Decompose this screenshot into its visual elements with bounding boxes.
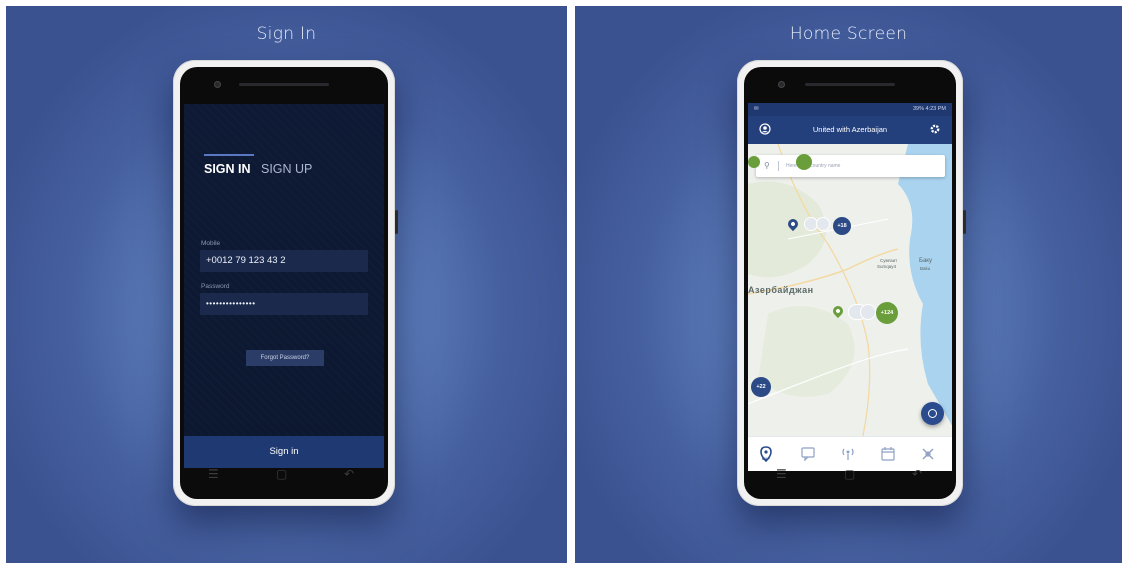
- map-label-country: Азербайджан: [748, 285, 814, 295]
- app-title: United with Azerbaijan: [812, 125, 888, 134]
- tools-icon[interactable]: [920, 446, 936, 462]
- status-bar: ✉ 39% 4:23 PM: [748, 103, 952, 116]
- app-bar: United with Azerbaijan: [748, 116, 952, 144]
- hardware-nav-bar: ☰ ▢ ↶: [180, 465, 388, 489]
- search-divider: [778, 161, 779, 171]
- phone-body: SIGN IN SIGN UP Mobile +0012 79 123 43 2…: [180, 67, 388, 499]
- sign-in-screen: SIGN IN SIGN UP Mobile +0012 79 123 43 2…: [184, 104, 384, 468]
- hardware-nav-bar: ☰ ▢ ↶: [744, 465, 956, 489]
- camera-icon: [214, 81, 221, 88]
- panel-title-home: Home Screen: [789, 24, 908, 44]
- phone-frame-home: ✉ 39% 4:23 PM United with Azerbaijan ⚲ H…: [737, 60, 966, 506]
- search-input[interactable]: ⚲ Here write country name: [756, 155, 945, 177]
- active-tab-indicator: [204, 154, 254, 156]
- gear-icon[interactable]: [929, 123, 941, 135]
- map-view[interactable]: ⚲ Here write country name Азербайджан Су…: [748, 144, 952, 436]
- chat-icon[interactable]: [800, 446, 816, 462]
- password-field[interactable]: •••••••••••••••: [200, 293, 368, 315]
- phone-frame-sign-in: SIGN IN SIGN UP Mobile +0012 79 123 43 2…: [173, 60, 398, 506]
- mail-icon: ✉: [754, 106, 759, 112]
- map-label-city2: Baku: [920, 266, 931, 271]
- search-placeholder: Here write country name: [786, 163, 841, 169]
- camera-icon: [778, 81, 785, 88]
- mobile-label: Mobile: [201, 240, 221, 247]
- tab-sign-up[interactable]: SIGN UP: [261, 162, 312, 176]
- tab-sign-in[interactable]: SIGN IN: [204, 162, 251, 176]
- search-icon: ⚲: [764, 161, 770, 170]
- status-right: 39% 4:23 PM: [912, 106, 946, 112]
- password-label: Password: [201, 283, 230, 290]
- mobile-field[interactable]: +0012 79 123 43 2: [200, 250, 368, 272]
- phone-body: ✉ 39% 4:23 PM United with Azerbaijan ⚲ H…: [744, 67, 956, 499]
- speaker-grill: [805, 83, 895, 86]
- map-label-city1: Sumqayıt: [877, 264, 897, 269]
- sign-in-button[interactable]: Sign in: [184, 436, 384, 468]
- cluster-badge[interactable]: +18: [833, 217, 851, 235]
- calendar-icon[interactable]: [880, 446, 896, 462]
- nav-label-map: MAP: [762, 457, 770, 461]
- cluster-badge-partial[interactable]: [796, 154, 812, 170]
- cluster-badge[interactable]: +22: [751, 377, 771, 397]
- home-icon[interactable]: ▢: [276, 467, 287, 481]
- menu-icon[interactable]: ☰: [208, 467, 219, 481]
- panel-title-sign-in: Sign In: [256, 24, 317, 44]
- map-label-city1-cyr: Сумгаит: [880, 258, 898, 263]
- cluster-badge[interactable]: +124: [876, 302, 898, 324]
- avatar[interactable]: [860, 304, 876, 320]
- forgot-password-button[interactable]: Forgot Password?: [246, 350, 324, 366]
- sign-in-panel: Sign In SIGN IN SIGN UP Mobile +0012 79 …: [6, 6, 567, 563]
- speaker-grill: [239, 83, 329, 86]
- avatar[interactable]: [816, 217, 830, 231]
- side-button: [963, 210, 966, 234]
- side-button: [395, 210, 398, 234]
- back-icon[interactable]: ↶: [344, 467, 354, 481]
- locate-me-button[interactable]: [921, 402, 944, 425]
- cluster-badge-partial[interactable]: [748, 156, 760, 168]
- home-screen: ✉ 39% 4:23 PM United with Azerbaijan ⚲ H…: [748, 103, 952, 471]
- back-icon[interactable]: ↶: [912, 467, 922, 481]
- map-label-city2-cyr: Баку: [919, 258, 932, 264]
- home-icon[interactable]: ▢: [844, 467, 855, 481]
- home-screen-panel: Home Screen ✉ 39% 4:23 PM United with Az…: [575, 6, 1122, 563]
- menu-icon[interactable]: ☰: [776, 467, 787, 481]
- broadcast-icon[interactable]: [840, 446, 856, 462]
